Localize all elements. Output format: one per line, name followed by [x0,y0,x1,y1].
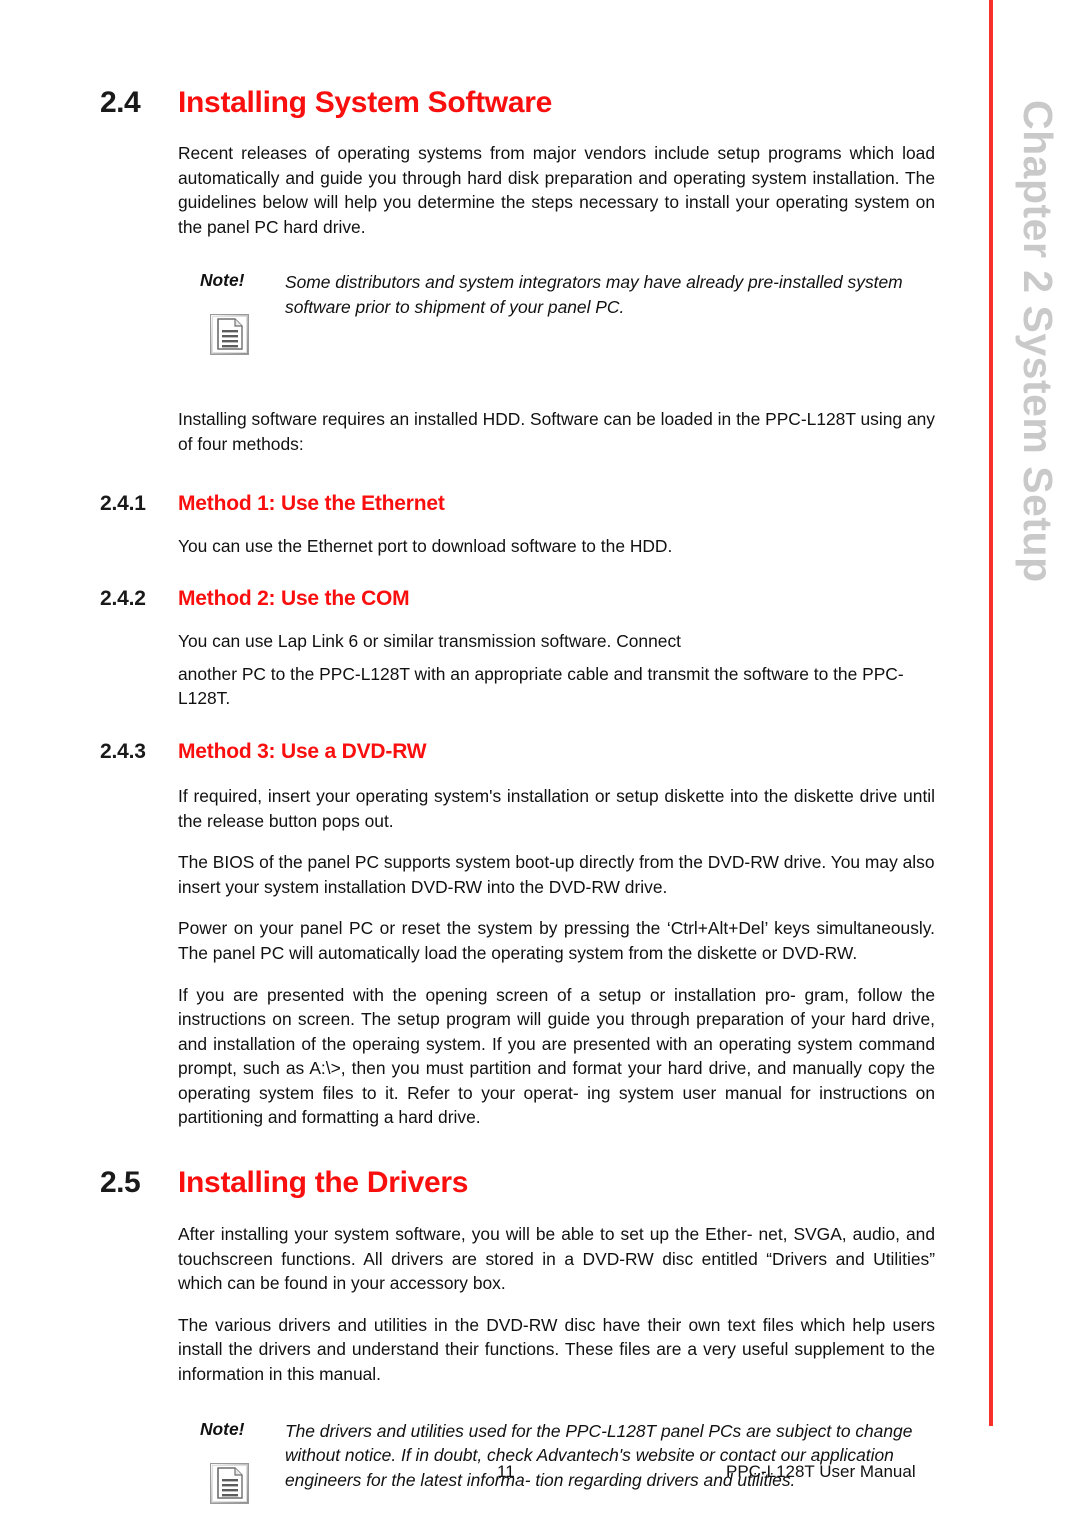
paragraph-2-5-p2: The various drivers and utilities in the… [178,1314,935,1385]
footer-page-number: 11 [497,1462,515,1481]
page-content: 2.4 Installing System Software Recent re… [0,0,989,1527]
paragraph-2-4-intro: Recent releases of operating systems fro… [178,143,935,237]
heading-2-4-3: 2.4.3 Method 3: Use a DVD-RW [0,740,989,764]
heading-2-4-title: Installing System Software [178,86,552,119]
heading-2-5: 2.5 Installing the Drivers [0,1166,989,1200]
note-document-icon [210,314,249,356]
heading-2-4-1-title: Method 1: Use the Ethernet [178,491,445,515]
note-text: Some distributors and system integrators… [285,272,903,317]
heading-2-4-1-number: 2.4.1 [100,491,146,515]
heading-2-4: 2.4 Installing System Software [0,86,989,120]
paragraph-2-4-1-body: You can use the Ethernet port to downloa… [178,535,673,556]
heading-2-5-title: Installing the Drivers [178,1166,469,1200]
paragraph-2-5-p1: After installing your system software, y… [178,1224,935,1294]
paragraph-2-4-3-p3: Power on your panel PC or reset the syst… [178,918,935,963]
page-footer: 11 PPC-L128T User Manual [0,1462,989,1492]
heading-2-4-2: 2.4.2 Method 2: Use the COM [0,587,989,611]
paragraph-2-4-2-line1: You can use Lap Link 6 or similar transm… [178,631,681,652]
heading-2-4-1: 2.4.1 Method 1: Use the Ethernet [0,492,989,516]
paragraph-2-4-3-p2: The BIOS of the panel PC supports system… [178,852,935,897]
note-block-system-software: Note! Some distributors and system integ… [200,270,945,366]
chapter-sidebar-rule [989,0,993,1426]
heading-2-4-3-number: 2.4.3 [100,739,146,763]
heading-2-5-number: 2.5 [100,1166,141,1200]
heading-2-4-3-title: Method 3: Use a DVD-RW [178,739,427,763]
paragraph-2-4-2-line2: another PC to the PPC-L128T with an appr… [178,663,904,709]
heading-2-4-2-number: 2.4.2 [100,587,146,611]
paragraph-2-4-3-p4: If you are presented with the opening sc… [178,984,935,1128]
note-label: Note! [200,270,245,291]
paragraph-2-4-after-note: Installing software requires an installe… [178,409,935,454]
note-label: Note! [200,1418,245,1439]
footer-manual-title: PPC-L128T User Manual [726,1462,916,1481]
paragraph-2-4-3-p1: If required, insert your operating syste… [178,785,935,831]
heading-2-4-number: 2.4 [100,86,141,119]
heading-2-4-2-title: Method 2: Use the COM [178,587,410,611]
